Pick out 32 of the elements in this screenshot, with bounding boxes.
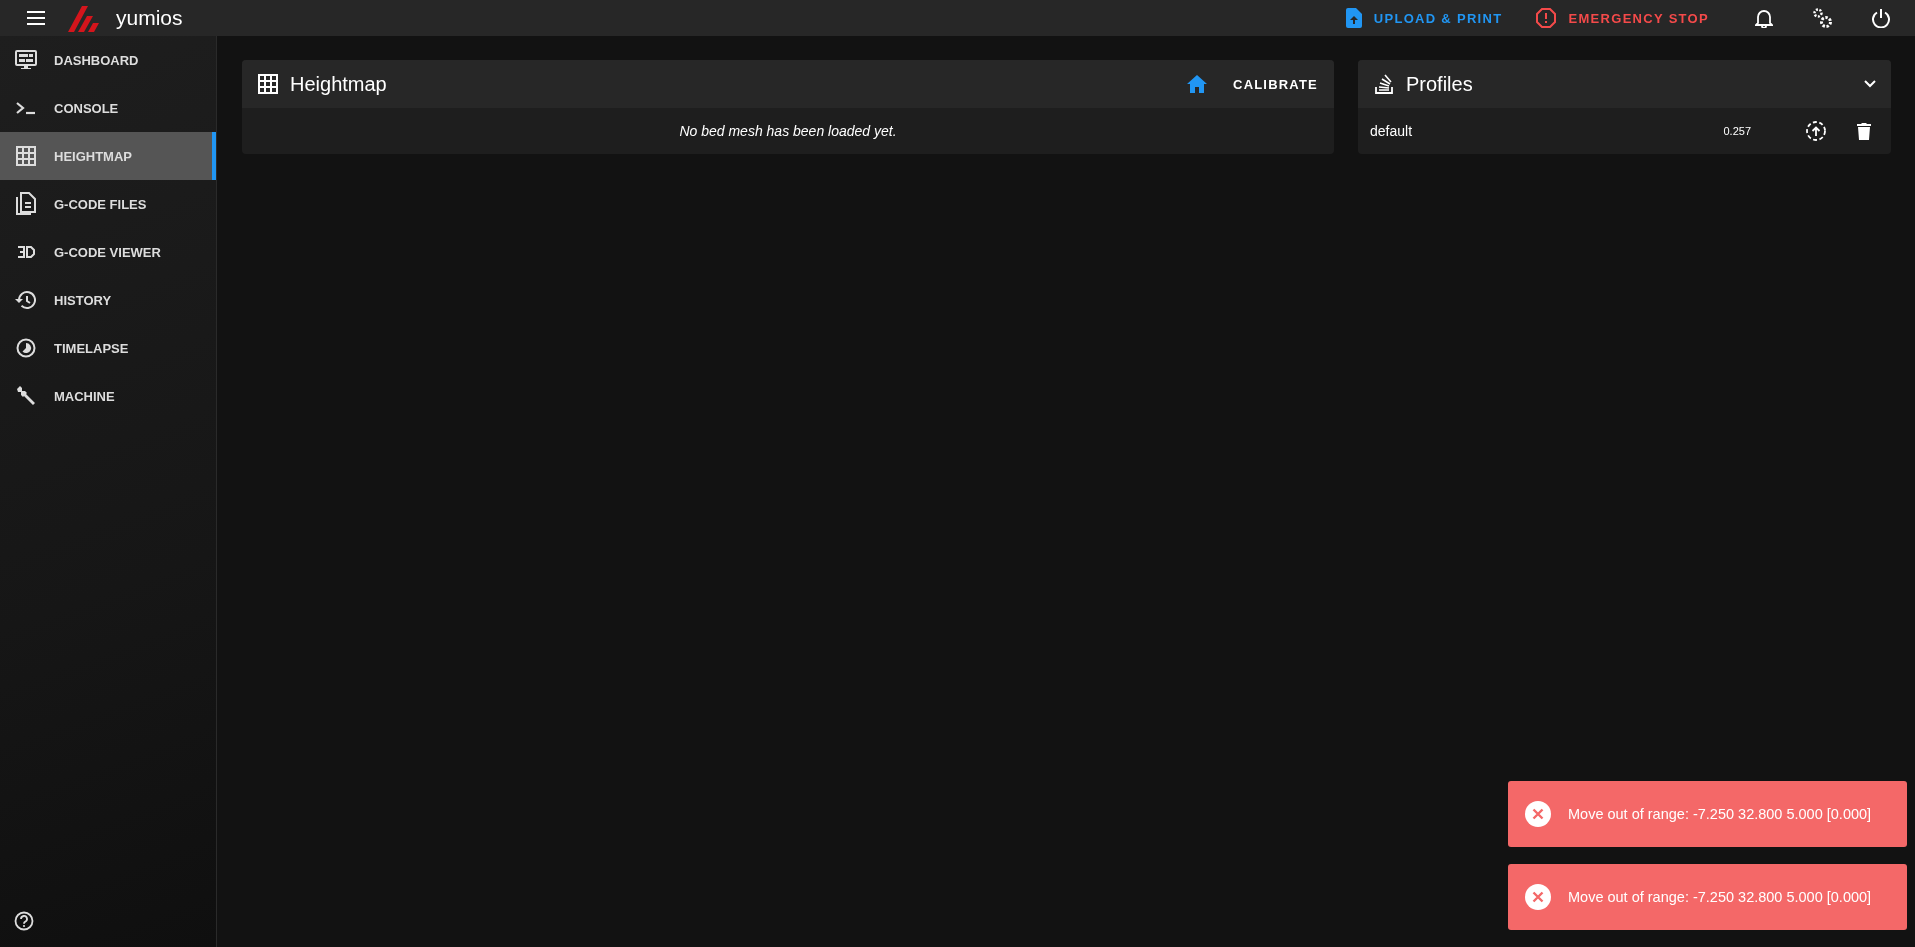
toast-message: Move out of range: -7.250 32.800 5.000 [0.000] — [1568, 806, 1872, 822]
alert-octagon-icon — [1536, 8, 1557, 28]
profile-value: 0.257 — [1723, 125, 1751, 137]
upload-print-button[interactable]: UPLOAD & PRINT — [1331, 2, 1517, 34]
brand-name: yumios — [116, 6, 183, 30]
error-icon — [1524, 883, 1552, 911]
sidebar-item[interactable]: G-CODE FILES — [0, 180, 216, 228]
sidebar-item[interactable]: DASHBOARD — [0, 36, 216, 84]
history-icon — [15, 290, 37, 310]
profile-name: default — [1370, 123, 1413, 139]
console-icon — [16, 101, 36, 115]
sidebar-item[interactable]: G-CODE VIEWER — [0, 228, 216, 276]
emergency-stop-button[interactable]: EMERGENCY STOP — [1522, 2, 1723, 34]
toast-message: Move out of range: -7.250 32.800 5.000 [0.000] — [1568, 889, 1872, 905]
calibrate-button[interactable]: CALIBRATE — [1225, 68, 1326, 100]
sidebar-item[interactable]: HISTORY — [0, 276, 216, 324]
error-icon — [1524, 800, 1552, 828]
sidebar-item[interactable]: CONSOLE — [0, 84, 216, 132]
sidebar-item[interactable]: MACHINE — [0, 372, 216, 420]
card-title: Heightmap — [290, 72, 387, 96]
empty-message: No bed mesh has been loaded yet. — [679, 123, 897, 139]
monitor-icon — [15, 50, 37, 70]
3d-icon — [17, 246, 35, 258]
file-upload-icon — [1345, 8, 1362, 28]
sidebar-item[interactable]: TIMELAPSE — [0, 324, 216, 372]
card-title: Profiles — [1406, 72, 1473, 96]
grid-icon — [258, 74, 278, 94]
files-icon — [16, 192, 36, 216]
grid-icon — [16, 146, 36, 166]
sidebar-item[interactable]: HEIGHTMAP — [0, 132, 216, 180]
timelapse-icon — [16, 338, 36, 358]
stack-icon — [1374, 73, 1394, 95]
